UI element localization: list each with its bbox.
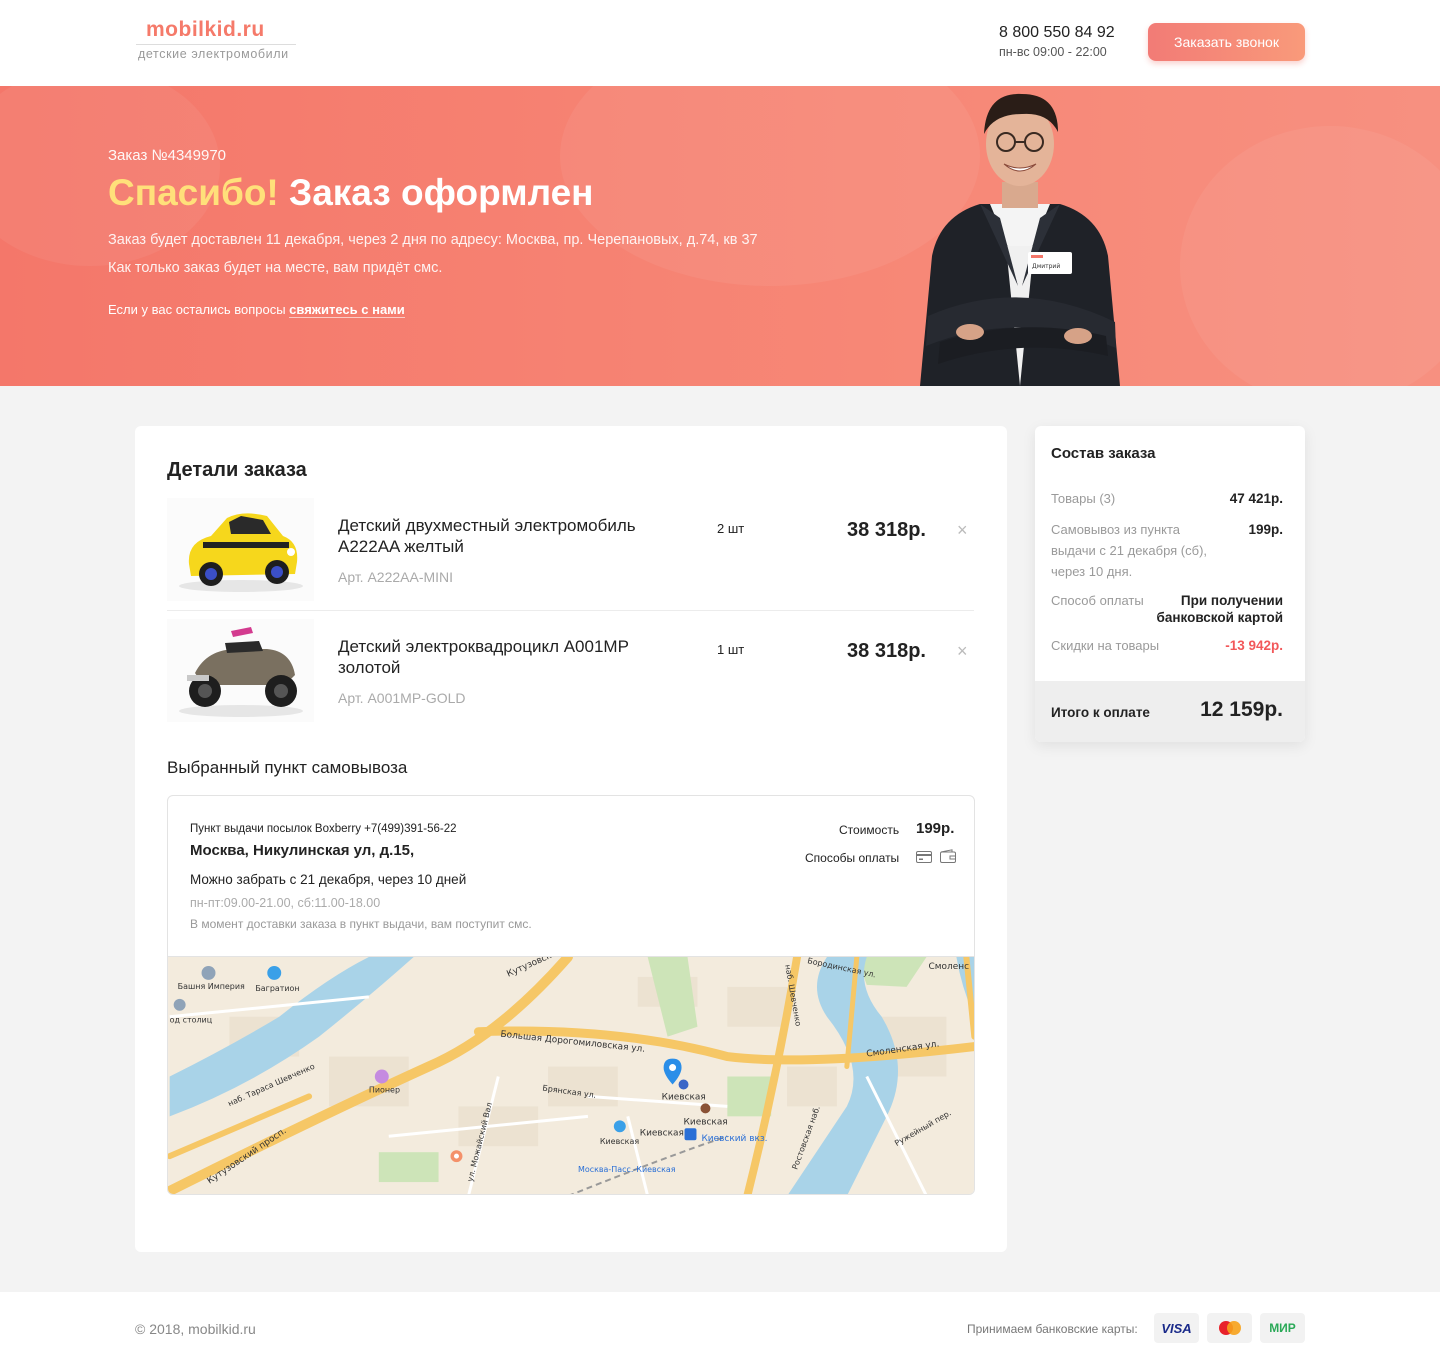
item-quantity: 2 шт: [717, 521, 745, 536]
svg-text:Пионер: Пионер: [369, 1085, 400, 1094]
svg-text:Киевская: Киевская: [662, 1092, 706, 1102]
svg-text:Киевская: Киевская: [684, 1117, 728, 1127]
order-item: Детский электроквадроцикл A001MP золотой…: [167, 619, 974, 723]
pickup-address: Москва, Никулинская ул, д.15,: [190, 842, 415, 859]
svg-text:Киевская: Киевская: [600, 1137, 639, 1146]
summary-title: Состав заказа: [1051, 445, 1156, 462]
total-label: Итого к оплате: [1051, 705, 1150, 720]
summary-payment-value: При получении банковской картой: [1156, 593, 1283, 625]
copyright: © 2018, mobilkid.ru: [135, 1321, 256, 1337]
summary-goods-value: 47 421р.: [1229, 491, 1283, 506]
item-name[interactable]: Детский электроквадроцикл A001MP золотой: [338, 636, 678, 678]
order-number: Заказ №4349970: [108, 147, 227, 164]
metro-icon: [678, 1079, 689, 1090]
summary-discount-value: -13 942р.: [1225, 638, 1283, 653]
pickup-availability: Можно забрать с 21 декабря, через 10 дне…: [190, 872, 467, 887]
mir-card-icon: МИР: [1260, 1313, 1305, 1343]
accepted-cards-label: Принимаем банковские карты:: [967, 1322, 1138, 1336]
yellow-ride-on-car-image: [167, 498, 314, 601]
contact-us-link[interactable]: свяжитесь с нами: [289, 302, 405, 318]
total-value: 12 159р.: [1200, 698, 1283, 721]
summary-pickup-value: 199р.: [1248, 522, 1283, 537]
svg-text:Башня Империя: Башня Империя: [178, 982, 245, 991]
item-divider: [167, 610, 974, 611]
order-summary: Состав заказа Товары (3) 47 421р. Самовы…: [1035, 426, 1305, 742]
item-price: 38 318р.: [847, 519, 926, 541]
site-footer: © 2018, mobilkid.ru Принимаем банковские…: [0, 1292, 1440, 1365]
item-sku: Арт. A001MP-GOLD: [338, 690, 466, 706]
site-header: mobilkid.ru детские электромобили 8 800 …: [0, 0, 1440, 86]
svg-text:од столиц: од столиц: [170, 1016, 213, 1025]
phone-number[interactable]: 8 800 550 84 92: [999, 24, 1115, 42]
pickup-provider: Пункт выдачи посылок Boxberry +7(499)391…: [190, 823, 457, 835]
page-title: Спасибо! Заказ оформлен: [108, 172, 594, 214]
thank-you-banner: Заказ №4349970 Спасибо! Заказ оформлен З…: [0, 86, 1440, 386]
logo-tagline: детские электромобили: [138, 47, 289, 61]
logo-name: mobilkid.ru: [146, 18, 265, 41]
delivery-info: Заказ будет доставлен 11 декабря, через …: [108, 232, 758, 248]
credit-card-icon: [916, 851, 932, 863]
svg-text:Киевская: Киевская: [640, 1128, 684, 1138]
svg-text:Киевский вкз.: Киевский вкз.: [701, 1134, 767, 1144]
pickup-cost: 199р.: [916, 820, 955, 837]
badge-name: Дмитрий: [1032, 263, 1060, 270]
svg-text:Смоленс: Смоленс: [929, 962, 970, 972]
pickup-point-box: Пункт выдачи посылок Boxberry +7(499)391…: [167, 795, 975, 1195]
pickup-hours: пн-пт:09.00-21.00, сб:11.00-18.00: [190, 896, 381, 910]
metro-icon: [700, 1103, 711, 1114]
visa-icon: VISA: [1154, 1313, 1199, 1343]
summary-payment-label: Способ оплаты: [1051, 593, 1144, 608]
cinema-icon: [374, 1069, 389, 1084]
logo[interactable]: mobilkid.ru детские электромобили: [136, 18, 296, 61]
pickup-map[interactable]: Кутузовская ул. Большая Дорогомиловская …: [168, 956, 975, 1195]
item-sku: Арт. A222AA-MINI: [338, 569, 454, 585]
shopping-icon: [267, 965, 282, 980]
mastercard-icon: [1207, 1313, 1252, 1343]
working-hours: пн-вс 09:00 - 22:00: [999, 45, 1107, 59]
summary-pickup-label: Самовывоз из пункта выдачи с 21 декабря …: [1051, 522, 1208, 579]
summary-goods-label: Товары (3): [1051, 491, 1116, 506]
item-quantity: 1 шт: [717, 642, 745, 657]
thanks-text: Спасибо!: [108, 172, 279, 213]
shopping-icon: [613, 1120, 626, 1133]
item-price: 38 318р.: [847, 640, 926, 662]
decor-blob: [1180, 126, 1440, 386]
contact-prompt: Если у вас остались вопросы свяжитесь с …: [108, 302, 405, 318]
summary-discount-label: Скидки на товары: [1051, 638, 1160, 653]
summary-total-bar: Итого к оплате 12 159р.: [1035, 681, 1305, 742]
pickup-cost-label: Стоимость: [839, 823, 900, 837]
remove-item-icon[interactable]: ×: [957, 641, 968, 662]
logo-divider: [136, 44, 296, 45]
svg-text:Москва-Пасс.-Киевская: Москва-Пасс.-Киевская: [578, 1165, 676, 1174]
manager-photo: Дмитрий: [920, 93, 1120, 386]
payment-methods-label: Способы оплаты: [805, 851, 900, 865]
pickup-sms-note: В момент доставки заказа в пункт выдачи,…: [190, 917, 532, 931]
order-details-card: Детали заказа Детский двухместный электр…: [135, 426, 1007, 1252]
pickup-section-title: Выбранный пункт самовывоза: [167, 758, 408, 777]
train-station-icon: [684, 1128, 697, 1141]
wallet-icon: [940, 849, 956, 863]
questions-text: Если у вас остались вопросы: [108, 302, 286, 317]
atv-quad-image: [167, 619, 314, 722]
item-name[interactable]: Детский двухместный электромобиль A222AA…: [338, 515, 678, 557]
building-icon: [173, 998, 186, 1011]
remove-item-icon[interactable]: ×: [957, 520, 968, 541]
title-text: Заказ оформлен: [289, 172, 594, 213]
request-call-button[interactable]: Заказать звонок: [1148, 23, 1305, 61]
svg-text:Багратион: Багратион: [255, 984, 299, 993]
building-icon: [201, 965, 216, 980]
order-details-title: Детали заказа: [167, 459, 307, 481]
sms-info: Как только заказ будет на месте, вам при…: [108, 260, 443, 276]
order-item: Детский двухместный электромобиль A222AA…: [167, 498, 974, 602]
